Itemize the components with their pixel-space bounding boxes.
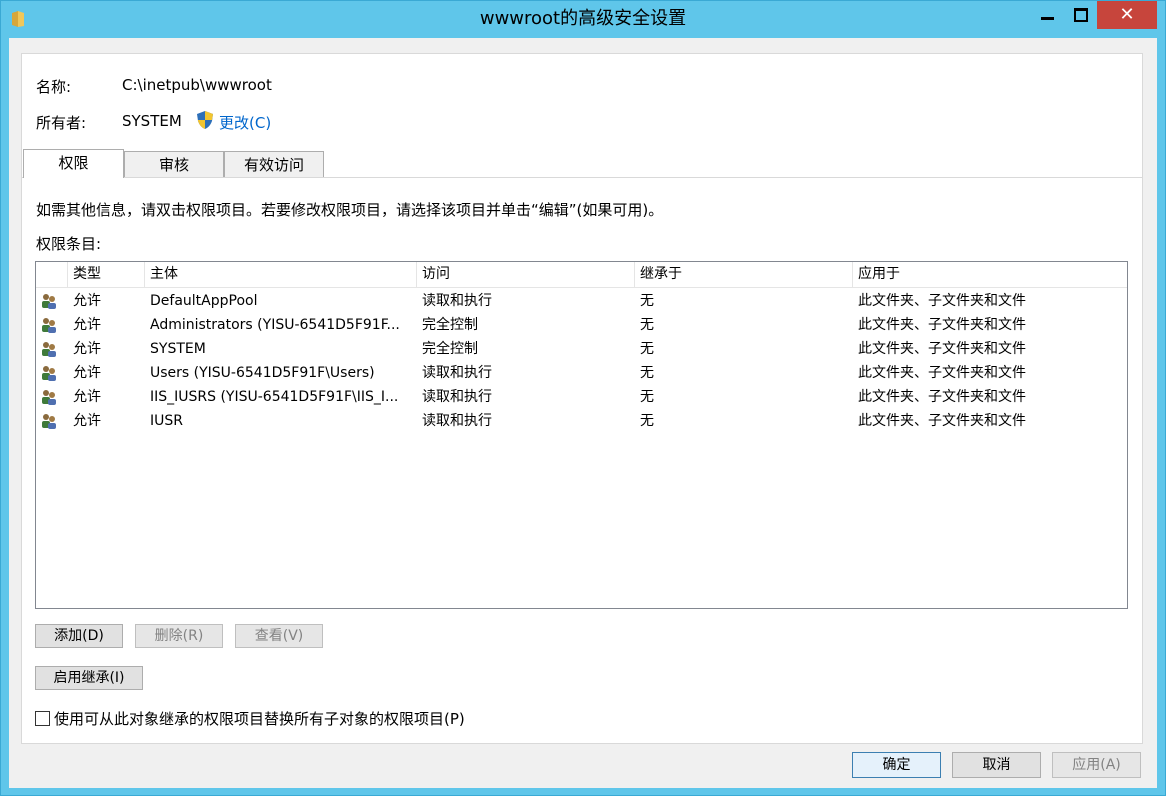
name-label: 名称: — [36, 78, 72, 96]
entry-principal: IUSR — [150, 413, 183, 429]
entry-inherited-from: 无 — [640, 365, 654, 381]
users-icon — [40, 413, 58, 429]
entry-inherited-from: 无 — [640, 389, 654, 405]
entry-access: 读取和执行 — [422, 293, 492, 309]
entry-applies-to: 此文件夹、子文件夹和文件 — [858, 317, 1026, 333]
owner-value: SYSTEM — [122, 112, 182, 130]
column-header-principal[interactable]: 主体 — [145, 262, 417, 287]
users-icon — [40, 317, 58, 333]
name-value: C:\inetpub\wwwroot — [122, 76, 272, 94]
column-header-access[interactable]: 访问 — [417, 262, 635, 287]
users-icon — [40, 293, 58, 309]
minimize-button[interactable] — [1029, 1, 1065, 29]
uac-shield-icon — [197, 111, 213, 129]
permission-entry-row[interactable]: 允许 IUSR 读取和执行 无 此文件夹、子文件夹和文件 — [36, 409, 1127, 433]
entry-type: 允许 — [73, 365, 101, 381]
change-owner-link[interactable]: 更改(C) — [219, 112, 271, 133]
apply-button[interactable]: 应用(A) — [1052, 752, 1141, 778]
permission-entries-list[interactable]: 类型 主体 访问 继承于 应用于 允许 DefaultAppPool 读取和执行无此… — [35, 261, 1128, 609]
entry-inherited-from: 无 — [640, 341, 654, 357]
entry-inherited-from: 无 — [640, 293, 654, 309]
permission-entries-label: 权限条目: — [36, 235, 102, 253]
entry-access: 读取和执行 — [422, 365, 492, 381]
entry-principal: DefaultAppPool — [150, 293, 258, 309]
entry-access: 读取和执行 — [422, 389, 492, 405]
remove-button[interactable]: 删除(R) — [135, 624, 223, 648]
info-text: 如需其他信息，请双击权限项目。若要修改权限项目，请选择该项目并单击“编辑”(如果… — [36, 201, 664, 219]
owner-label: 所有者: — [36, 114, 87, 132]
entry-type: 允许 — [73, 317, 101, 333]
permission-entry-row[interactable]: 允许 SYSTEM 完全控制 无 此文件夹、子文件夹和文件 — [36, 337, 1127, 361]
close-button[interactable]: ✕ — [1097, 1, 1157, 29]
entry-type: 允许 — [73, 341, 101, 357]
entry-type: 允许 — [73, 293, 101, 309]
column-header-icon[interactable] — [36, 262, 68, 287]
entry-applies-to: 此文件夹、子文件夹和文件 — [858, 365, 1026, 381]
entry-type: 允许 — [73, 413, 101, 429]
maximize-icon — [1074, 8, 1088, 22]
permission-entry-row[interactable]: 允许 Users (YISU-6541D5F91F\Users) 读取和执行 无 此文件… — [36, 361, 1127, 385]
close-icon: ✕ — [1119, 4, 1135, 25]
tab-effective-access[interactable]: 有效访问 — [224, 151, 324, 177]
replace-child-permissions-checkbox[interactable] — [35, 711, 50, 726]
title-bar[interactable]: wwwroot的高级安全设置 ✕ — [1, 1, 1165, 37]
users-icon — [40, 365, 58, 381]
users-icon — [40, 341, 58, 357]
add-button[interactable]: 添加(D) — [35, 624, 123, 648]
entry-inherited-from: 无 — [640, 413, 654, 429]
permission-entry-row[interactable]: 允许 IIS_IUSRS (YISU-6541D5F91F\IIS_I... 读取和… — [36, 385, 1127, 409]
window-title: wwwroot的高级安全设置 — [479, 8, 687, 29]
ok-button[interactable]: 确定 — [852, 752, 941, 778]
view-button[interactable]: 查看(V) — [235, 624, 323, 648]
replace-child-permissions-label: 使用可从此对象继承的权限项目替换所有子对象的权限项目(P) — [54, 710, 465, 728]
entry-type: 允许 — [73, 389, 101, 405]
entry-principal: Users (YISU-6541D5F91F\Users) — [150, 365, 375, 381]
list-header: 类型 主体 访问 继承于 应用于 — [36, 262, 1127, 288]
entry-applies-to: 此文件夹、子文件夹和文件 — [858, 389, 1026, 405]
permission-entry-row[interactable]: 允许 DefaultAppPool 读取和执行 无 此文件夹、子文件夹和文件 — [36, 289, 1127, 313]
users-icon — [40, 389, 58, 405]
dialog-window: wwwroot的高级安全设置 ✕ 名称: C:\inetpub\wwwroot … — [0, 0, 1166, 796]
entry-applies-to: 此文件夹、子文件夹和文件 — [858, 341, 1026, 357]
entry-inherited-from: 无 — [640, 317, 654, 333]
maximize-button[interactable] — [1065, 1, 1097, 29]
column-header-type[interactable]: 类型 — [68, 262, 145, 287]
permission-entry-row[interactable]: 允许 Administrators (YISU-6541D5F91F... 完全控制… — [36, 313, 1127, 337]
entry-principal: SYSTEM — [150, 341, 206, 357]
column-header-inherited-from[interactable]: 继承于 — [635, 262, 853, 287]
cancel-button[interactable]: 取消 — [952, 752, 1041, 778]
tab-permissions[interactable]: 权限 — [23, 149, 124, 178]
column-header-applies-to[interactable]: 应用于 — [853, 262, 1127, 287]
entry-principal: IIS_IUSRS (YISU-6541D5F91F\IIS_I... — [150, 389, 399, 405]
entry-access: 完全控制 — [422, 341, 478, 357]
entry-principal: Administrators (YISU-6541D5F91F... — [150, 317, 400, 333]
entry-access: 读取和执行 — [422, 413, 492, 429]
entry-access: 完全控制 — [422, 317, 478, 333]
enable-inheritance-button[interactable]: 启用继承(I) — [35, 666, 143, 690]
entry-applies-to: 此文件夹、子文件夹和文件 — [858, 293, 1026, 309]
tab-divider — [22, 177, 1142, 178]
minimize-icon — [1041, 17, 1054, 20]
settings-panel: 名称: C:\inetpub\wwwroot 所有者: SYSTEM 更改(C)… — [21, 53, 1143, 744]
dialog-client-area: 名称: C:\inetpub\wwwroot 所有者: SYSTEM 更改(C)… — [9, 38, 1157, 788]
tab-auditing[interactable]: 审核 — [124, 151, 224, 177]
entry-applies-to: 此文件夹、子文件夹和文件 — [858, 413, 1026, 429]
